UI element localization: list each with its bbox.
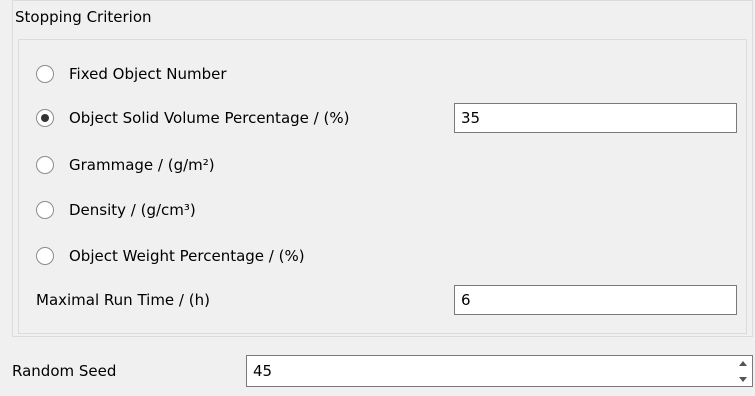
random-seed-row: Random Seed (12, 357, 116, 385)
radio-grammage[interactable]: Grammage / (g/m²) (36, 151, 215, 179)
radio-object-weight-percentage[interactable]: Object Weight Percentage / (%) (36, 242, 305, 270)
radio-button-fixed-object-number[interactable] (36, 65, 54, 83)
spin-down-button[interactable] (734, 372, 752, 386)
random-seed-label: Random Seed (12, 362, 117, 380)
stopping-criterion-title: Stopping Criterion (15, 8, 152, 26)
spin-up-button[interactable] (734, 356, 752, 370)
radio-button-object-weight-percentage[interactable] (36, 247, 54, 265)
max-run-time-input[interactable]: 6 (454, 285, 737, 315)
radio-label-object-weight-percentage: Object Weight Percentage / (%) (69, 247, 305, 265)
radio-density[interactable]: Density / (g/cm³) (36, 196, 196, 224)
max-run-time-label: Maximal Run Time / (h) (36, 291, 210, 309)
radio-button-object-solid-volume-percentage[interactable] (36, 109, 54, 127)
radio-button-grammage[interactable] (36, 156, 54, 174)
radio-label-density: Density / (g/cm³) (69, 201, 196, 219)
chevron-down-icon (739, 376, 747, 382)
radio-label-object-solid-volume-percentage: Object Solid Volume Percentage / (%) (69, 109, 350, 127)
radio-fixed-object-number[interactable]: Fixed Object Number (36, 60, 227, 88)
radio-label-grammage: Grammage / (g/m²) (69, 156, 215, 174)
max-run-time-value: 6 (461, 291, 471, 309)
random-seed-spinbox[interactable]: 45 (246, 355, 753, 387)
solid-volume-percentage-value: 35 (461, 109, 481, 127)
random-seed-value: 45 (253, 362, 273, 380)
chevron-up-icon (739, 360, 747, 366)
radio-button-density[interactable] (36, 201, 54, 219)
radio-object-solid-volume-percentage[interactable]: Object Solid Volume Percentage / (%) (36, 104, 349, 132)
radio-label-fixed-object-number: Fixed Object Number (69, 65, 227, 83)
max-run-time-row: Maximal Run Time / (h) (36, 286, 210, 314)
solid-volume-percentage-input[interactable]: 35 (454, 103, 737, 133)
